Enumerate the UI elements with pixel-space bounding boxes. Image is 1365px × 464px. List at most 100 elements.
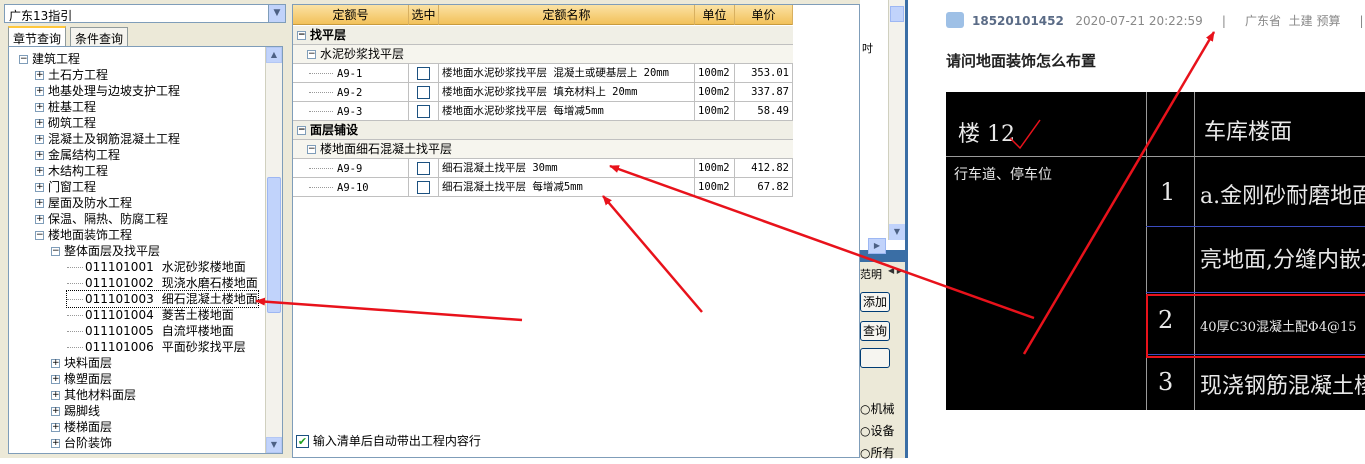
cell-select[interactable] — [409, 178, 439, 197]
expand-icon[interactable]: + — [35, 151, 44, 160]
expand-icon[interactable]: + — [35, 167, 44, 176]
expand-icon[interactable]: + — [35, 103, 44, 112]
side-scrollbar[interactable]: ▼ — [888, 0, 905, 240]
collapse-icon[interactable]: − — [51, 247, 60, 256]
table-row[interactable]: A9-2 楼地面水泥砂浆找平层 填充材料上 20mm 100m2 337.87 — [293, 83, 793, 102]
expand-icon[interactable]: + — [35, 183, 44, 192]
select-checkbox[interactable] — [417, 181, 430, 194]
col-unit-header[interactable]: 单位 — [695, 5, 735, 25]
tree-item[interactable]: + 混凝土及钢筋混凝土工程 — [35, 131, 180, 147]
post-tags[interactable]: 土建 预算 — [1289, 14, 1341, 28]
grid-group-row[interactable]: − 面层铺设 — [293, 121, 793, 140]
col-select-header[interactable]: 选中 — [409, 5, 439, 25]
avatar[interactable] — [946, 12, 964, 28]
collapse-icon[interactable]: − — [307, 145, 316, 154]
auto-content-option[interactable]: ✔ 输入清单后自动带出工程内容行 — [296, 434, 481, 448]
expand-icon[interactable]: + — [51, 407, 60, 416]
table-row[interactable]: A9-3 楼地面水泥砂浆找平层 每增减5mm 100m2 58.49 — [293, 102, 793, 121]
option-equipment[interactable]: ○设备 — [860, 420, 895, 442]
col-name-header[interactable]: 定额名称 — [439, 5, 695, 25]
tree-item[interactable]: + 楼梯面层 — [51, 419, 112, 435]
collapse-icon[interactable]: − — [19, 55, 28, 64]
post-location[interactable]: 广东省 — [1245, 14, 1281, 28]
cell-select[interactable] — [409, 64, 439, 83]
auto-content-checkbox[interactable]: ✔ — [296, 435, 309, 448]
background-panel: 吋 ▼ — [860, 0, 905, 250]
expand-icon[interactable]: + — [35, 215, 44, 224]
select-checkbox[interactable] — [417, 105, 430, 118]
tree-item[interactable]: + 金属结构工程 — [35, 147, 120, 163]
expand-icon[interactable]: + — [35, 87, 44, 96]
tab-chapter-query[interactable]: 章节查询 — [8, 26, 67, 46]
cell-select[interactable] — [409, 83, 439, 102]
expand-icon[interactable]: + — [35, 199, 44, 208]
tree-item[interactable]: 011101005 自流坪楼地面 — [67, 323, 234, 339]
table-row[interactable]: A9-10 细石混凝土找平层 每增减5mm 100m2 67.82 — [293, 178, 793, 197]
tree-item[interactable]: − 整体面层及找平层 — [51, 243, 160, 259]
select-checkbox[interactable] — [417, 162, 430, 175]
tree-item[interactable]: + 屋面及防水工程 — [35, 195, 132, 211]
scroll-thumb[interactable] — [267, 177, 281, 313]
col-price-header[interactable]: 单价 — [735, 5, 793, 25]
tree-item[interactable]: 011101006 平面砂浆找平层 — [67, 339, 246, 355]
expand-icon[interactable]: + — [35, 135, 44, 144]
scroll-up-icon[interactable]: ▲ — [266, 47, 282, 63]
tree-item[interactable]: 011101002 现浇水磨石楼地面 — [67, 275, 258, 291]
blank-button[interactable] — [860, 348, 890, 368]
tree-item-label: 屋面及防水工程 — [48, 196, 132, 210]
tree-item[interactable]: + 其他材料面层 — [51, 387, 136, 403]
tree-item[interactable]: + 台阶装饰 — [51, 435, 112, 451]
col-code-header[interactable]: 定额号 — [293, 5, 409, 25]
tree-item[interactable]: 011101003 细石混凝土楼地面 — [66, 290, 259, 308]
tree-item[interactable]: + 桩基工程 — [35, 99, 96, 115]
query-button[interactable]: 查询 — [860, 321, 890, 341]
scroll-right-icon[interactable]: ▶ — [868, 238, 886, 254]
guide-selector[interactable]: 广东13指引 ▼ — [4, 4, 286, 23]
tree-item-label: 楼梯面层 — [64, 420, 112, 434]
option-machine[interactable]: ○机械 — [860, 398, 895, 420]
collapse-icon[interactable]: − — [35, 231, 44, 240]
tree-item[interactable]: + 木结构工程 — [35, 163, 108, 179]
cell-select[interactable] — [409, 102, 439, 121]
chevron-down-icon[interactable]: ▼ — [268, 5, 285, 22]
tree-item[interactable]: + 砌筑工程 — [35, 115, 96, 131]
grid-subgroup-row[interactable]: − 楼地面细石混凝土找平层 — [293, 140, 793, 159]
grid-group-row[interactable]: − 找平层 — [293, 26, 793, 45]
expand-icon[interactable]: + — [51, 359, 60, 368]
collapse-icon[interactable]: − — [307, 50, 316, 59]
expand-icon[interactable]: + — [35, 119, 44, 128]
option-all[interactable]: ○所有 — [860, 442, 895, 464]
tree-item[interactable]: + 门窗工程 — [35, 179, 96, 195]
select-checkbox[interactable] — [417, 86, 430, 99]
collapse-icon[interactable]: − — [297, 126, 306, 135]
table-row[interactable]: A9-9 细石混凝土找平层 30mm 100m2 412.82 — [293, 159, 793, 178]
expand-icon[interactable]: + — [51, 375, 60, 384]
expand-icon[interactable]: + — [35, 71, 44, 80]
tree-item[interactable]: − 楼地面装饰工程 — [35, 227, 132, 243]
tree-item[interactable]: 011101004 菱苦土楼地面 — [67, 307, 234, 323]
add-button[interactable]: 添加 — [860, 292, 890, 312]
collapse-icon[interactable]: − — [297, 31, 306, 40]
tree-item[interactable]: + 块料面层 — [51, 355, 112, 371]
cell-select[interactable] — [409, 159, 439, 178]
chevron-left-icon[interactable]: ◀ ▶ — [888, 266, 903, 275]
grid-subgroup-row[interactable]: − 水泥砂浆找平层 — [293, 45, 793, 64]
post-user[interactable]: 18520101452 — [972, 14, 1064, 28]
tree-item[interactable]: + 土石方工程 — [35, 67, 108, 83]
tree-item[interactable]: − 建筑工程 — [19, 51, 80, 67]
tree-item[interactable]: + 保温、隔热、防腐工程 — [35, 211, 168, 227]
tree-item[interactable]: + 地基处理与边坡支护工程 — [35, 83, 180, 99]
expand-icon[interactable]: + — [51, 391, 60, 400]
scroll-down-icon[interactable]: ▼ — [889, 224, 905, 240]
tree-item[interactable]: + 橡塑面层 — [51, 371, 112, 387]
tree-scrollbar[interactable]: ▲ ▼ — [265, 47, 282, 453]
tree-item[interactable]: 011101001 水泥砂浆楼地面 — [67, 259, 246, 275]
select-checkbox[interactable] — [417, 67, 430, 80]
side-scroll-thumb[interactable] — [890, 6, 904, 22]
scroll-down-icon[interactable]: ▼ — [266, 437, 282, 453]
expand-icon[interactable]: + — [51, 423, 60, 432]
tab-condition-query[interactable]: 条件查询 — [70, 27, 129, 46]
table-row[interactable]: A9-1 楼地面水泥砂浆找平层 混凝土或硬基层上 20mm 100m2 353.01 — [293, 64, 793, 83]
tree-item[interactable]: + 踢脚线 — [51, 403, 100, 419]
expand-icon[interactable]: + — [51, 439, 60, 448]
